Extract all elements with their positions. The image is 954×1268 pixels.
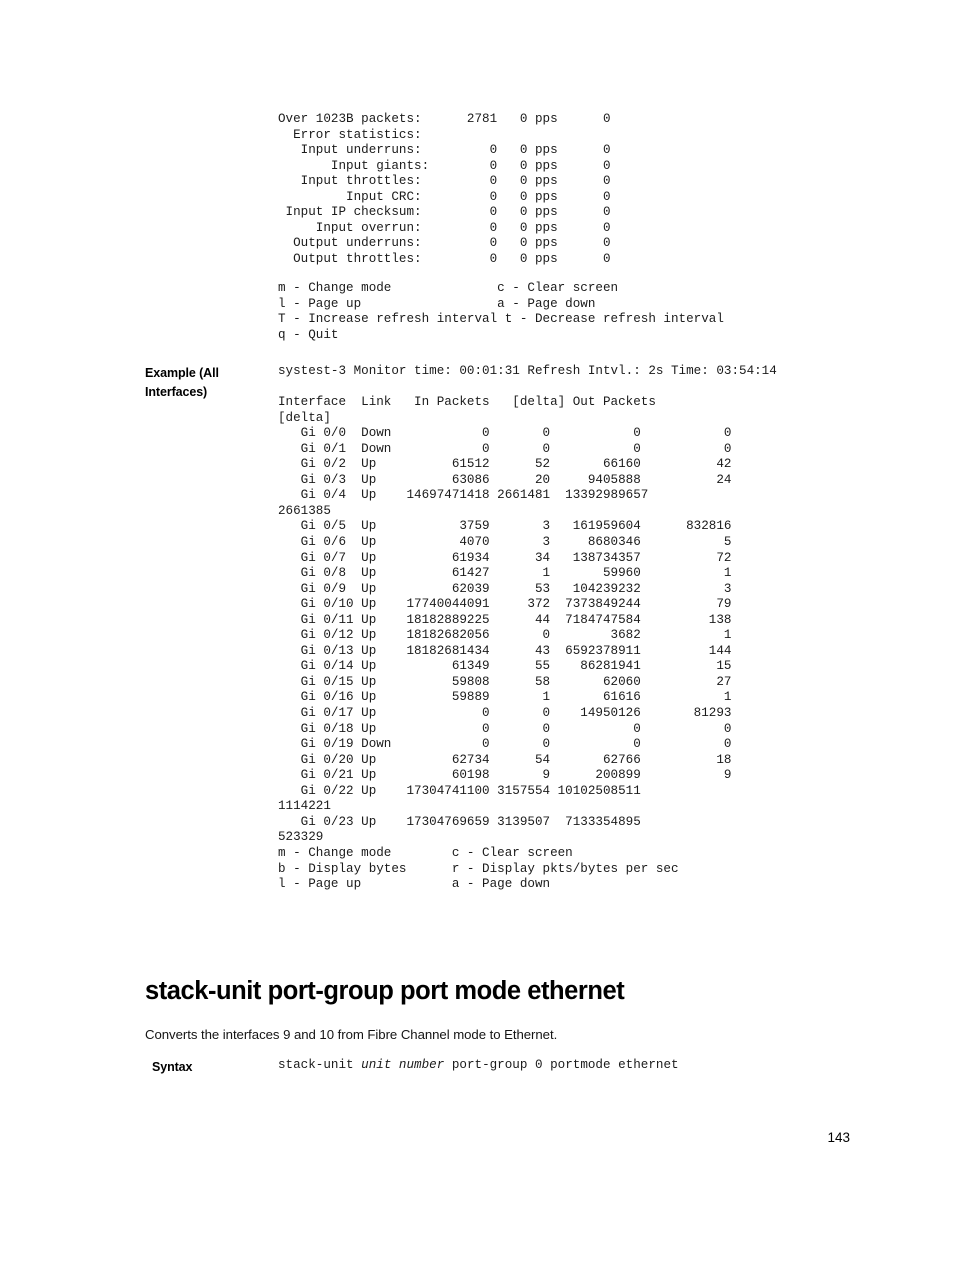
console-stats-text: Over 1023B packets: 2781 0 pps 0 Error s… <box>278 112 611 266</box>
document-page: Over 1023B packets: 2781 0 pps 0 Error s… <box>0 0 954 1268</box>
interface-statistics-table: Interface Link In Packets [delta] Out Pa… <box>278 395 845 846</box>
command-description: Converts the interfaces 9 and 10 from Fi… <box>145 1027 558 1042</box>
console-blank-spacer <box>278 380 845 396</box>
syntax-code-line: stack-unit unit number port-group 0 port… <box>278 1058 679 1074</box>
page-title: stack-unit port-group port mode ethernet <box>145 977 625 1005</box>
console-menu-keys-block: m - Change mode c - Clear screen l - Pag… <box>278 281 724 343</box>
syntax-section: Syntax stack-unit unit number port-group… <box>152 1058 852 1077</box>
console-footer-menu-block: m - Change mode c - Clear screen b - Dis… <box>278 846 845 893</box>
example-section-label: Example (All Interfaces) <box>145 366 219 400</box>
syntax-literal: port-group 0 portmode ethernet <box>444 1058 679 1072</box>
page-number: 143 <box>827 1130 850 1145</box>
example-all-interfaces-section: Example (All Interfaces) systest-3 Monit… <box>145 364 845 893</box>
interface-table-text: Interface Link In Packets [delta] Out Pa… <box>278 395 732 845</box>
syntax-variable: unit number <box>361 1058 445 1072</box>
console-footer-menu-text: m - Change mode c - Clear screen b - Dis… <box>278 845 679 892</box>
syntax-literal: stack-unit <box>278 1058 362 1072</box>
monitor-header-line: systest-3 Monitor time: 00:01:31 Refresh… <box>278 364 777 378</box>
console-error-statistics-block: Over 1023B packets: 2781 0 pps 0 Error s… <box>278 112 611 267</box>
syntax-label: Syntax <box>152 1060 193 1074</box>
console-menu-text: m - Change mode c - Clear screen l - Pag… <box>278 281 724 342</box>
example-section-body: systest-3 Monitor time: 00:01:31 Refresh… <box>278 364 845 893</box>
